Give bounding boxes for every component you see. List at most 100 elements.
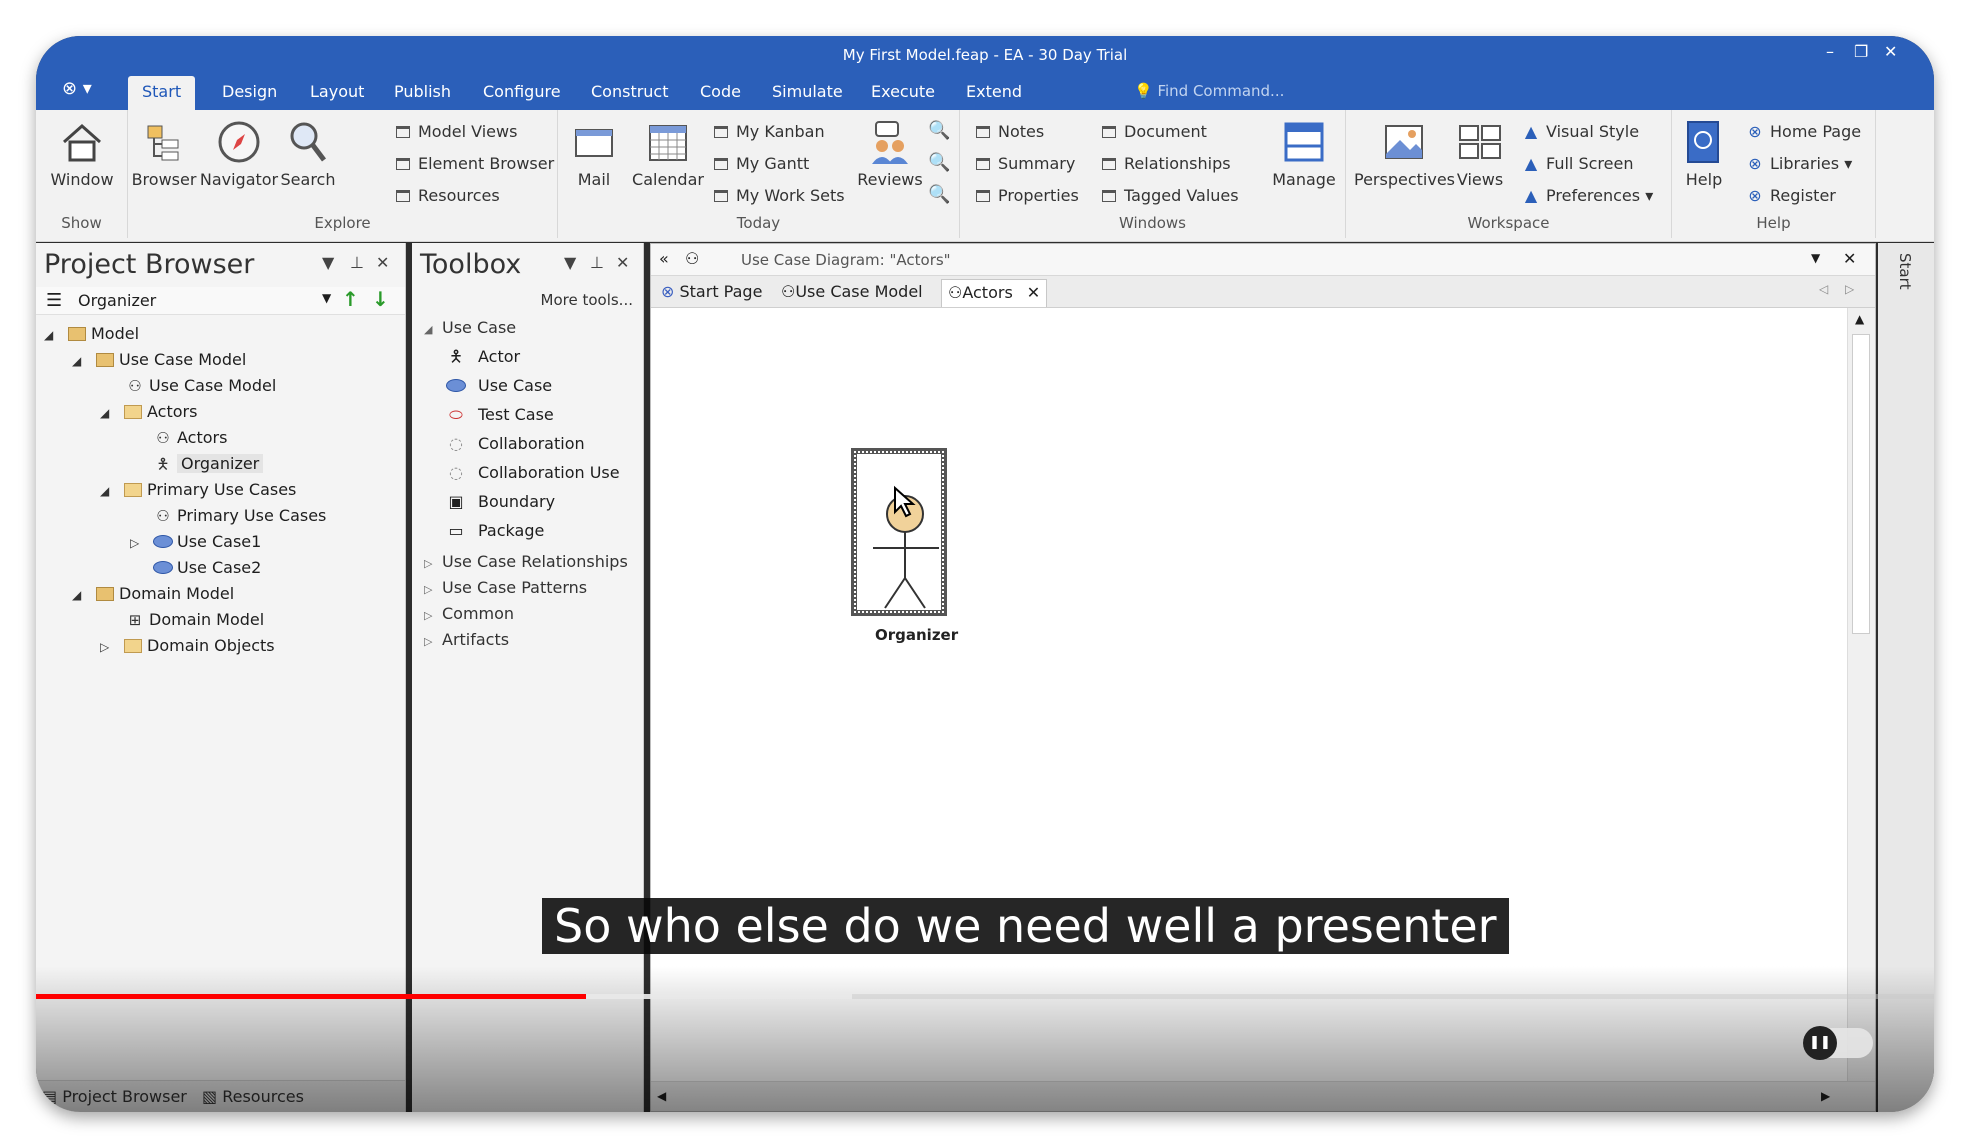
search-icon[interactable]: 🔍 (928, 120, 950, 141)
tab-start[interactable]: Start (128, 76, 196, 110)
close-icon[interactable]: ✕ (1027, 283, 1040, 302)
navigator-button[interactable]: Navigator (198, 118, 280, 189)
diagram-canvas[interactable]: Organizer (651, 308, 1847, 1081)
toolbox-item-test-case[interactable]: ⬭ Test Case (444, 401, 554, 429)
my-gantt-button[interactable]: My Gantt (714, 152, 809, 176)
scroll-left-icon[interactable]: ◀ (657, 1089, 666, 1103)
collapse-icon[interactable]: ◢ (100, 400, 122, 426)
autoplay-toggle[interactable]: ❚❚ (1803, 1026, 1873, 1060)
move-down-icon[interactable]: ↓ (372, 287, 389, 311)
pin-icon[interactable]: ⊥ (590, 253, 604, 272)
properties-button[interactable]: Properties (976, 184, 1079, 208)
libraries-button[interactable]: ⊗ Libraries ▾ (1746, 152, 1852, 176)
perspectives-button[interactable]: Perspectives (1354, 118, 1455, 189)
toolbox-item-collaboration[interactable]: ◌ Collaboration (444, 430, 585, 458)
search-icon[interactable]: 🔍 (928, 152, 950, 173)
tab-actors[interactable]: ⚇Actors ✕ (941, 279, 1048, 307)
actor-figure[interactable] (859, 468, 949, 618)
tree-item-actors-folder[interactable]: ◢ Actors (100, 399, 197, 425)
collapse-icon[interactable]: ◢ (100, 478, 122, 504)
toolbox-item-use-case[interactable]: Use Case (444, 372, 552, 400)
register-button[interactable]: ⊗ Register (1746, 184, 1836, 208)
tree-item-domain-model[interactable]: ◢ Domain Model (72, 581, 234, 607)
chevron-down-icon[interactable]: ▼ (564, 253, 576, 272)
pin-icon[interactable]: ⊥ (350, 253, 364, 272)
tab-construct[interactable]: Construct (577, 76, 683, 110)
tree-item-use-case2[interactable]: Use Case2 (152, 555, 261, 581)
expand-icon[interactable]: ▷ (100, 634, 122, 660)
notes-button[interactable]: Notes (976, 120, 1044, 144)
tab-publish[interactable]: Publish (380, 76, 465, 110)
tree-item-use-case1[interactable]: ▷ Use Case1 (130, 529, 261, 555)
tree-item-organizer[interactable]: 🯅 Organizer (152, 451, 264, 477)
my-work-sets-button[interactable]: My Work Sets (714, 184, 845, 208)
tab-configure[interactable]: Configure (469, 76, 575, 110)
close-icon[interactable]: ✕ (1843, 249, 1856, 268)
tab-design[interactable]: Design (208, 76, 291, 110)
tree-item-actors-diagram[interactable]: ⚇ Actors (152, 425, 227, 451)
tree-item-use-case-model[interactable]: ◢ Use Case Model (72, 347, 246, 373)
minimize-icon[interactable]: – (1826, 42, 1834, 61)
tree-item-primary-use-cases-folder[interactable]: ◢ Primary Use Cases (100, 477, 296, 503)
tab-code[interactable]: Code (686, 76, 755, 110)
move-up-icon[interactable]: ↑ (342, 287, 359, 311)
organizer-dropdown[interactable]: Organizer (78, 291, 156, 310)
tab-use-case-model[interactable]: ⚇Use Case Model (775, 279, 929, 307)
close-icon[interactable]: ✕ (376, 253, 389, 272)
scrollbar-thumb[interactable] (1852, 334, 1870, 634)
reviews-button[interactable]: Reviews (854, 118, 926, 189)
toolbox-section-common[interactable]: ▷ Common (424, 601, 514, 627)
app-menu-icon[interactable]: ⊗ ▾ (62, 78, 92, 99)
close-icon[interactable]: ✕ (1884, 42, 1897, 61)
preferences-button[interactable]: ▲ Preferences ▾ (1522, 184, 1653, 208)
help-button[interactable]: Help (1676, 118, 1732, 189)
model-views-button[interactable]: Model Views (396, 120, 517, 144)
toolbox-item-package[interactable]: ▭ Package (444, 517, 544, 545)
tree-item-model[interactable]: ◢ Model (44, 321, 139, 347)
home-page-button[interactable]: ⊗ Home Page (1746, 120, 1861, 144)
collapse-left-icon[interactable]: « (659, 249, 669, 268)
tab-start-page[interactable]: ⊗ Start Page (655, 279, 768, 307)
toolbox-item-collaboration-use[interactable]: ◌ Collaboration Use (444, 459, 620, 487)
element-browser-button[interactable]: Element Browser (396, 152, 554, 176)
tree-item-use-case-model-diagram[interactable]: ⚇ Use Case Model (124, 373, 276, 399)
search-icon[interactable]: 🔍 (928, 184, 950, 205)
search-button[interactable]: Search (274, 118, 342, 189)
toolbox-section-use-case[interactable]: ◢ Use Case (424, 315, 516, 341)
summary-button[interactable]: Summary (976, 152, 1075, 176)
start-side-tab[interactable]: Start (1896, 253, 1914, 290)
toolbox-section-artifacts[interactable]: ▷ Artifacts (424, 627, 509, 653)
chevron-down-icon[interactable]: ▼ (322, 253, 334, 272)
calendar-button[interactable]: Calendar (628, 118, 708, 189)
my-kanban-button[interactable]: My Kanban (714, 120, 825, 144)
browser-button[interactable]: Browser (128, 118, 200, 189)
chevron-down-icon[interactable]: ▼ (1811, 251, 1820, 265)
full-screen-button[interactable]: ▲ Full Screen (1522, 152, 1634, 176)
chevron-down-icon[interactable]: ▼ (322, 291, 331, 305)
collapse-icon[interactable]: ◢ (72, 582, 94, 608)
tab-extend[interactable]: Extend (952, 76, 1036, 110)
tab-simulate[interactable]: Simulate (758, 76, 857, 110)
visual-style-button[interactable]: ▲ Visual Style (1522, 120, 1639, 144)
resources-button[interactable]: Resources (396, 184, 500, 208)
expand-icon[interactable]: ▷ (130, 530, 152, 556)
toolbox-section-relationships[interactable]: ▷ Use Case Relationships (424, 549, 628, 575)
restore-icon[interactable]: ❐ (1854, 42, 1868, 61)
views-button[interactable]: Views (1452, 118, 1508, 189)
menu-icon[interactable]: ☰ (46, 290, 62, 311)
tree-item-primary-use-cases-diagram[interactable]: ⚇ Primary Use Cases (152, 503, 326, 529)
toolbox-item-actor[interactable]: 🯅 Actor (444, 343, 520, 371)
window-button[interactable]: Window (46, 118, 118, 189)
tagged-values-button[interactable]: Tagged Values (1102, 184, 1239, 208)
collapse-icon[interactable]: ◢ (44, 322, 66, 348)
scroll-left-icon[interactable]: ◁ (1819, 282, 1828, 296)
scroll-up-icon[interactable]: ▲ (1855, 312, 1864, 326)
toolbox-section-patterns[interactable]: ▷ Use Case Patterns (424, 575, 587, 601)
scroll-right-icon[interactable]: ▷ (1845, 282, 1854, 296)
tab-execute[interactable]: Execute (857, 76, 949, 110)
tree-item-domain-objects[interactable]: ▷ Domain Objects (100, 633, 275, 659)
mail-button[interactable]: Mail (558, 118, 630, 189)
scroll-right-icon[interactable]: ▶ (1821, 1089, 1830, 1103)
more-tools-link[interactable]: More tools... (541, 291, 633, 309)
manage-button[interactable]: Manage (1266, 118, 1342, 189)
